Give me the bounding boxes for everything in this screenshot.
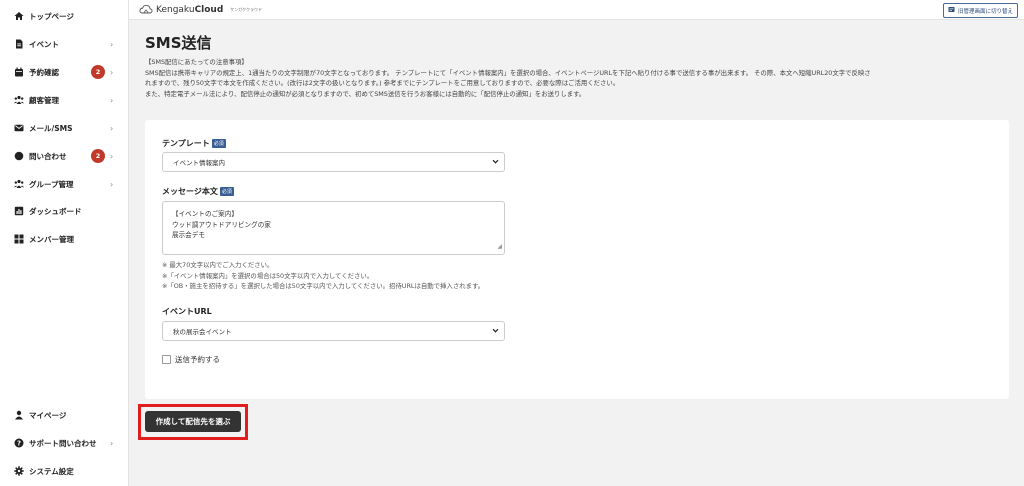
chart-icon [14, 206, 24, 216]
message-line: ウッド調アウトドアリビングの家 [172, 220, 271, 229]
hint-line: ※「イベント情報案内」を選択の場合は50文字以内で入力してください。 [162, 271, 374, 280]
logo-text: KengakuCloud [156, 5, 224, 15]
sidebar-item-top[interactable]: トップページ [0, 6, 129, 26]
gear-icon [14, 466, 24, 476]
home-icon [14, 11, 24, 21]
calendar-icon [14, 67, 24, 77]
sms-form-card: テンプレート 必須 イベント情報案内 メッセージ本文 必須 【イベントのご案内】… [145, 120, 1009, 399]
message-line: 【イベントのご案内】 [172, 210, 238, 218]
create-and-select-recipients-button[interactable]: 作成して配信先を選ぶ [145, 411, 241, 432]
template-select-value: イベント情報案内 [173, 159, 225, 167]
event-url-label: イベントURL [162, 307, 212, 316]
chat-icon [14, 151, 24, 161]
top-header: KengakuCloud ケンガククラウド 旧管理画面に切り替え [129, 0, 1024, 20]
schedule-send-checkbox-row[interactable]: 送信予約する [162, 354, 220, 365]
notice-line: 【SMS配信にあたっての注意事項】 [145, 58, 248, 66]
sidebar-item-groups[interactable]: グループ管理 › [0, 174, 129, 194]
logo[interactable]: KengakuCloud ケンガククラウド [139, 4, 262, 16]
sidebar-item-reservations[interactable]: 予約確認 2 › [0, 62, 129, 82]
cloud-logo-icon [139, 4, 153, 16]
sidebar: トップページ イベント › 予約確認 2 › 顧客管理 › メール/SMS › … [0, 0, 129, 486]
chevron-down-icon [492, 158, 499, 167]
message-textarea[interactable]: 【イベントのご案内】 ウッド調アウトドアリビングの家 展示会デモ ◢ [162, 201, 505, 255]
chevron-right-icon: › [110, 95, 114, 105]
sms-notice: 【SMS配信にあたっての注意事項】 SMS配信は携帯キャリアの規定上、1通当たり… [145, 57, 1015, 99]
sidebar-item-label: マイページ [29, 410, 67, 420]
schedule-send-checkbox[interactable] [162, 355, 171, 364]
sidebar-item-mypage[interactable]: マイページ [0, 405, 129, 425]
notification-badge: 2 [91, 149, 105, 163]
message-line: 展示会デモ [172, 231, 205, 239]
sidebar-item-support[interactable]: ? サポート問い合わせ › [0, 433, 129, 453]
group-icon [14, 179, 24, 189]
chevron-right-icon: › [110, 151, 114, 161]
chevron-right-icon: › [110, 179, 114, 189]
notice-line: れますので、残り50文字で本文を作成ください。(改行は2文字の扱いとなります。)… [145, 79, 620, 87]
sidebar-item-label: サポート問い合わせ [29, 438, 97, 448]
required-badge: 必須 [219, 187, 234, 196]
required-badge: 必須 [211, 139, 226, 148]
chevron-down-icon [492, 327, 499, 336]
sidebar-item-label: トップページ [29, 11, 74, 21]
sidebar-item-label: 顧客管理 [29, 95, 59, 105]
hint-line: ※ 最大70文字以内でご入力ください。 [162, 261, 274, 269]
chevron-right-icon: › [110, 438, 114, 448]
switch-legacy-admin-label: 旧管理画面に切り替え [957, 8, 1013, 15]
hint-line: ※「OB・施主を招待する」を選択した場合は50文字以内で入力してください。招待U… [162, 282, 485, 290]
sidebar-item-system-settings[interactable]: システム設定 [0, 461, 129, 481]
person-icon [14, 410, 24, 420]
event-url-select[interactable]: 秋の展示会イベント [162, 321, 505, 341]
sidebar-item-dashboard[interactable]: ダッシュボード [0, 201, 129, 221]
sidebar-item-label: 予約確認 [29, 67, 59, 77]
users-icon [14, 95, 24, 105]
sidebar-item-label: ダッシュボード [29, 206, 82, 216]
sidebar-item-members[interactable]: メンバー管理 [0, 229, 129, 249]
message-hints: ※ 最大70文字以内でご入力ください。 ※「イベント情報案内」を選択の場合は50… [162, 260, 484, 292]
sidebar-item-mail-sms[interactable]: メール/SMS › [0, 118, 129, 138]
resize-handle-icon[interactable]: ◢ [497, 242, 502, 253]
sidebar-item-inquiries[interactable]: 問い合わせ 2 › [0, 146, 129, 166]
sidebar-item-label: グループ管理 [29, 179, 74, 189]
schedule-send-label: 送信予約する [175, 355, 220, 364]
page-title: SMS送信 [145, 34, 212, 52]
sidebar-item-label: システム設定 [29, 466, 74, 476]
message-label: メッセージ本文 必須 [162, 187, 234, 196]
sidebar-item-label: イベント [29, 39, 59, 49]
chevron-right-icon: › [110, 123, 114, 133]
template-select[interactable]: イベント情報案内 [162, 152, 505, 172]
svg-text:?: ? [17, 440, 21, 448]
help-icon: ? [14, 438, 24, 448]
event-url-select-value: 秋の展示会イベント [173, 328, 232, 336]
sidebar-item-customers[interactable]: 顧客管理 › [0, 90, 129, 110]
switch-legacy-admin-button[interactable]: 旧管理画面に切り替え [942, 3, 1018, 18]
notice-line: SMS配信は携帯キャリアの規定上、1通当たりの文字制限が70文字となっております… [145, 68, 871, 77]
chevron-right-icon: › [110, 67, 114, 77]
mail-icon [14, 123, 24, 133]
grid-icon [14, 234, 24, 244]
sidebar-item-label: メール/SMS [29, 123, 73, 133]
template-label: テンプレート 必須 [162, 139, 226, 148]
notification-badge: 2 [91, 65, 105, 79]
sidebar-item-label: 問い合わせ [29, 151, 67, 161]
document-icon [14, 39, 24, 49]
sidebar-item-label: メンバー管理 [29, 234, 74, 244]
sidebar-item-events[interactable]: イベント › [0, 34, 129, 54]
swap-icon [948, 6, 955, 15]
logo-subtitle: ケンガククラウド [230, 7, 263, 12]
notice-line: また、特定電子メール法により、配信停止の通知が必須となりますので、初めてSMS送… [145, 89, 586, 98]
chevron-right-icon: › [110, 39, 114, 49]
